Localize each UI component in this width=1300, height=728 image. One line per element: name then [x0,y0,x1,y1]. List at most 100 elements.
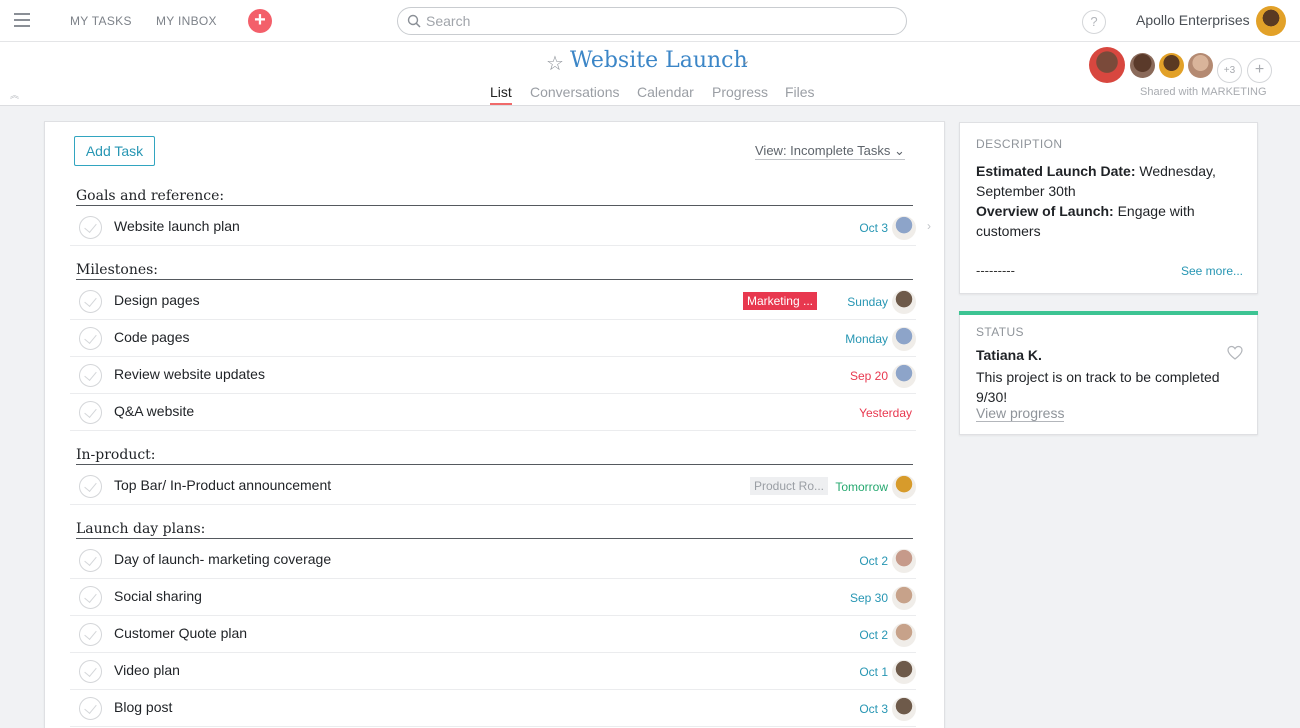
assignee-avatar[interactable] [892,697,916,721]
task-list-panel: Add Task View: Incomplete Tasks ⌄ Goals … [44,121,945,728]
task-row[interactable]: Blog post Oct 3 [70,690,916,727]
add-member-button[interactable]: + [1247,58,1272,83]
organization-name[interactable]: Apollo Enterprises [1136,12,1250,28]
assignee-avatar[interactable] [892,216,916,240]
status-label: STATUS [976,325,1024,339]
task-name[interactable]: Website launch plan [114,218,240,234]
description-text[interactable]: Estimated Launch Date: Wednesday, Septem… [976,161,1246,241]
member-avatar[interactable] [1089,47,1125,83]
task-name[interactable]: Day of launch- marketing coverage [114,551,331,567]
assignee-avatar[interactable] [892,475,916,499]
task-tag[interactable]: Product Ro... [749,477,828,495]
tab-files[interactable]: Files [785,84,815,100]
complete-checkbox-icon[interactable] [79,401,102,424]
due-date[interactable]: Oct 2 [859,554,888,568]
complete-checkbox-icon[interactable] [79,697,102,720]
task-name[interactable]: Review website updates [114,366,265,382]
complete-checkbox-icon[interactable] [79,364,102,387]
due-date[interactable]: Sep 20 [850,369,888,383]
task-row[interactable]: Design pages Marketing ... Sunday [70,283,916,320]
task-name[interactable]: Blog post [114,699,172,715]
complete-checkbox-icon[interactable] [79,623,102,646]
assignee-avatar[interactable] [892,586,916,610]
complete-checkbox-icon[interactable] [79,327,102,350]
complete-checkbox-icon[interactable] [79,290,102,313]
heart-icon[interactable] [1227,345,1243,361]
tab-conversations[interactable]: Conversations [530,84,620,100]
launch-date-label: Estimated Launch Date: [976,163,1136,179]
section-header[interactable]: In-product: [76,447,913,465]
top-bar: MY TASKS MY INBOX + ? Apollo Enterprises [0,0,1300,42]
tab-list[interactable]: List [490,84,512,105]
complete-checkbox-icon[interactable] [79,216,102,239]
member-avatar[interactable] [1159,53,1184,78]
chevron-right-icon[interactable]: › [927,219,931,233]
task-row[interactable]: Customer Quote plan Oct 2 [70,616,916,653]
tab-calendar[interactable]: Calendar [637,84,694,100]
due-date[interactable]: Oct 3 [859,702,888,716]
section-header[interactable]: Goals and reference: [76,188,913,206]
add-task-button[interactable]: Add Task [74,136,155,166]
assignee-avatar[interactable] [892,327,916,351]
complete-checkbox-icon[interactable] [79,475,102,498]
task-row[interactable]: Day of launch- marketing coverage Oct 2 [70,542,916,579]
menu-icon[interactable] [14,13,30,27]
view-filter-dropdown[interactable]: View: Incomplete Tasks ⌄ [755,143,905,160]
task-name[interactable]: Top Bar/ In-Product announcement [114,477,331,493]
due-date[interactable]: Sunday [847,295,888,309]
task-row[interactable]: Top Bar/ In-Product announcement Product … [70,468,916,505]
task-name[interactable]: Q&A website [114,403,194,419]
task-row[interactable]: Q&A website Yesterday [70,394,916,431]
due-date[interactable]: Oct 2 [859,628,888,642]
my-tasks-link[interactable]: MY TASKS [70,14,132,28]
shared-with-label[interactable]: Shared with MARKETING [1140,86,1267,98]
due-date[interactable]: Oct 1 [859,665,888,679]
assignee-avatar[interactable] [892,623,916,647]
task-name[interactable]: Video plan [114,662,180,678]
user-avatar[interactable] [1256,6,1286,36]
assignee-avatar[interactable] [892,364,916,388]
section-header[interactable]: Launch day plans: [76,521,913,539]
due-date[interactable]: Yesterday [859,406,912,420]
complete-checkbox-icon[interactable] [79,549,102,572]
view-progress-link[interactable]: View progress [976,405,1065,422]
project-title[interactable]: Website Launch [570,48,748,73]
task-name[interactable]: Customer Quote plan [114,625,247,641]
member-avatar[interactable] [1188,53,1213,78]
status-card: STATUS Tatiana K. This project is on tra… [959,311,1258,435]
complete-checkbox-icon[interactable] [79,660,102,683]
complete-checkbox-icon[interactable] [79,586,102,609]
task-row[interactable]: Website launch plan Oct 3 › [70,209,931,246]
due-date[interactable]: Monday [845,332,888,346]
help-button[interactable]: ? [1082,10,1106,34]
task-row[interactable]: Review website updates Sep 20 [70,357,916,394]
task-row[interactable]: Video plan Oct 1 [70,653,916,690]
task-name[interactable]: Design pages [114,292,200,308]
due-date[interactable]: Oct 3 [859,221,888,235]
section-header[interactable]: Milestones: [76,262,913,280]
task-name[interactable]: Social sharing [114,588,202,604]
task-name[interactable]: Code pages [114,329,190,345]
description-label: DESCRIPTION [976,137,1063,151]
due-date[interactable]: Sep 30 [850,591,888,605]
see-more-link[interactable]: See more... [1181,264,1243,278]
assignee-avatar[interactable] [892,660,916,684]
quick-add-button[interactable]: + [248,9,272,33]
member-avatar[interactable] [1130,53,1155,78]
task-tag[interactable]: Marketing ... [742,292,817,310]
tab-progress[interactable]: Progress [712,84,768,100]
search-input[interactable] [426,12,886,30]
chevron-down-icon[interactable]: ⌄ [741,54,750,67]
assignee-avatar[interactable] [892,290,916,314]
status-author[interactable]: Tatiana K. [976,347,1042,363]
description-card: DESCRIPTION Estimated Launch Date: Wedne… [959,122,1258,294]
extra-members-count[interactable]: +3 [1217,58,1242,83]
status-text: This project is on track to be completed… [976,369,1220,405]
star-icon[interactable]: ☆ [546,51,564,76]
my-inbox-link[interactable]: MY INBOX [156,14,217,28]
task-row[interactable]: Social sharing Sep 30 [70,579,916,616]
task-row[interactable]: Code pages Monday [70,320,916,357]
search-bar[interactable] [397,7,907,35]
due-date[interactable]: Tomorrow [835,480,888,494]
assignee-avatar[interactable] [892,549,916,573]
